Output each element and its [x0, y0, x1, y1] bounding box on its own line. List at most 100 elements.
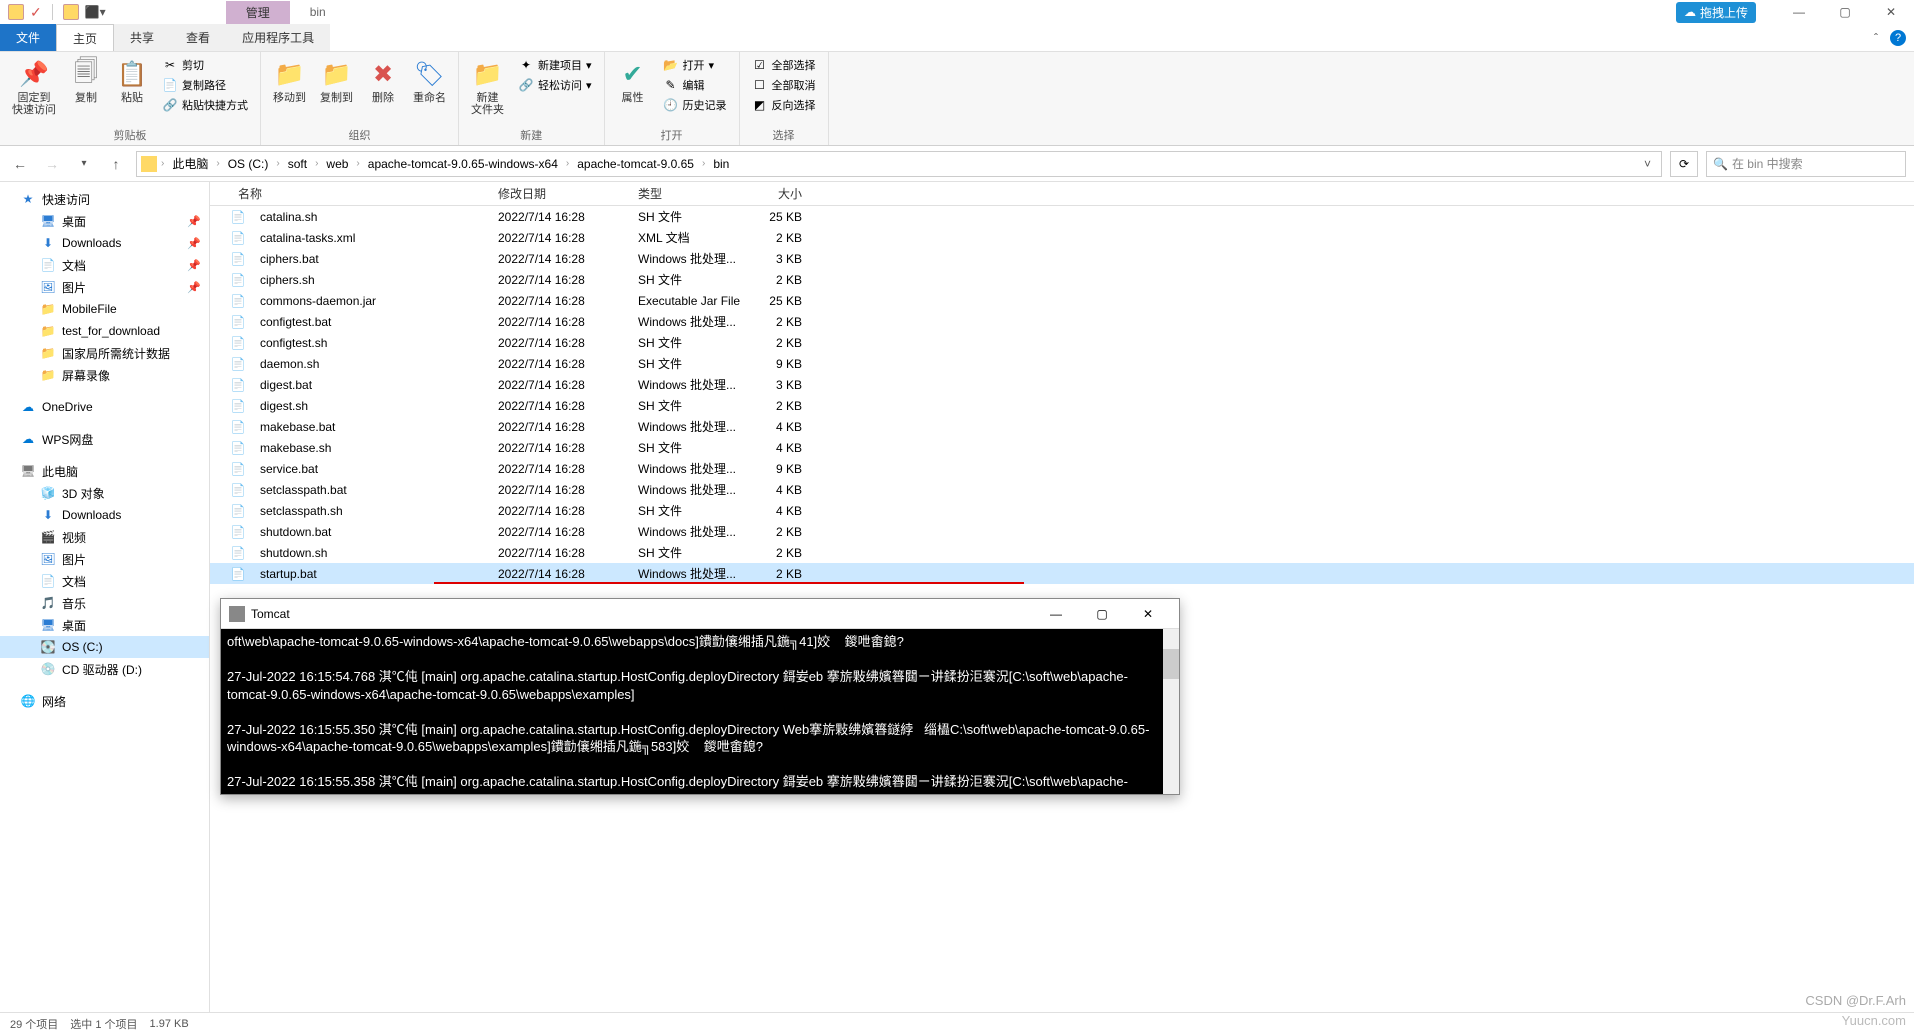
sidebar-item-documents[interactable]: 📄文档📌 [0, 254, 209, 276]
file-row[interactable]: 📄setclasspath.bat2022/7/14 16:28Windows … [210, 479, 1914, 500]
sidebar-item-videos[interactable]: 🎬视频 [0, 526, 209, 548]
col-name-header[interactable]: 名称 [230, 181, 490, 206]
select-none-button[interactable]: ☐全部取消 [748, 76, 820, 94]
paste-button[interactable]: 📋粘贴 [112, 56, 152, 106]
move-to-button[interactable]: 📁移动到 [269, 56, 310, 106]
sidebar-item-test-download[interactable]: 📁test_for_download [0, 320, 209, 342]
sidebar-item-screenrec[interactable]: 📁屏幕录像 [0, 364, 209, 386]
file-row[interactable]: 📄ciphers.bat2022/7/14 16:28Windows 批处理..… [210, 248, 1914, 269]
sidebar-item-desktop[interactable]: 🖥桌面📌 [0, 210, 209, 232]
file-row[interactable]: 📄shutdown.sh2022/7/14 16:28SH 文件2 KB [210, 542, 1914, 563]
paste-shortcut-button[interactable]: 🔗粘贴快捷方式 [158, 96, 252, 114]
view-tab[interactable]: 查看 [170, 24, 226, 51]
file-row[interactable]: 📄configtest.bat2022/7/14 16:28Windows 批处… [210, 311, 1914, 332]
sidebar-item-network[interactable]: 🌐网络 [0, 690, 209, 712]
minimize-button[interactable]: — [1776, 0, 1822, 24]
breadcrumb-dropdown-icon[interactable]: ˅ [1638, 157, 1657, 171]
tomcat-titlebar[interactable]: Tomcat — ▢ ✕ [221, 599, 1179, 629]
chevron-right-icon[interactable]: › [564, 158, 571, 169]
delete-button[interactable]: ✖删除 [363, 56, 403, 106]
sidebar-item-cd-d[interactable]: 💿CD 驱动器 (D:) [0, 658, 209, 680]
ribbon-collapse-icon[interactable]: ˆ [1874, 31, 1878, 45]
sidebar-item-os-c[interactable]: 💽OS (C:) [0, 636, 209, 658]
manage-context-tab[interactable]: 管理 [226, 1, 290, 24]
crumb[interactable]: apache-tomcat-9.0.65 [573, 155, 698, 173]
sidebar-item-3d-objects[interactable]: 🧊3D 对象 [0, 482, 209, 504]
sidebar-item-downloads[interactable]: ⬇Downloads📌 [0, 232, 209, 254]
crumb[interactable]: web [322, 155, 352, 173]
pin-quick-access-button[interactable]: 📌固定到 快速访问 [8, 56, 60, 118]
file-row[interactable]: 📄digest.bat2022/7/14 16:28Windows 批处理...… [210, 374, 1914, 395]
home-tab[interactable]: 主页 [56, 24, 114, 51]
sidebar-item-music[interactable]: 🎵音乐 [0, 592, 209, 614]
file-row[interactable]: 📄catalina-tasks.xml2022/7/14 16:28XML 文档… [210, 227, 1914, 248]
sidebar-item-desktop[interactable]: 🖥桌面 [0, 614, 209, 636]
search-input[interactable]: 🔍 在 bin 中搜索 [1706, 151, 1906, 177]
maximize-button[interactable]: ▢ [1822, 0, 1868, 24]
help-icon[interactable]: ? [1890, 30, 1906, 46]
tomcat-console[interactable]: oft\web\apache-tomcat-9.0.65-windows-x64… [221, 629, 1179, 794]
chevron-right-icon[interactable]: › [313, 158, 320, 169]
col-type-header[interactable]: 类型 [630, 181, 750, 206]
invert-selection-button[interactable]: ◩反向选择 [748, 96, 820, 114]
refresh-button[interactable]: ⟳ [1670, 151, 1698, 177]
sidebar-item-documents[interactable]: 📄文档 [0, 570, 209, 592]
nav-up-button[interactable]: ↑ [104, 152, 128, 176]
minimize-button[interactable]: — [1033, 599, 1079, 629]
col-size-header[interactable]: 大小 [750, 181, 810, 206]
crumb[interactable]: apache-tomcat-9.0.65-windows-x64 [364, 155, 562, 173]
col-date-header[interactable]: 修改日期 [490, 181, 630, 206]
sidebar-item-quick-access[interactable]: ★快速访问 [0, 188, 209, 210]
file-row[interactable]: 📄configtest.sh2022/7/14 16:28SH 文件2 KB [210, 332, 1914, 353]
upload-button[interactable]: ☁ 拖拽上传 [1676, 2, 1756, 23]
rename-button[interactable]: 🏷重命名 [409, 56, 450, 106]
file-row[interactable]: 📄commons-daemon.jar2022/7/14 16:28Execut… [210, 290, 1914, 311]
chevron-right-icon[interactable]: › [354, 158, 361, 169]
copy-path-button[interactable]: 📄复制路径 [158, 76, 252, 94]
sidebar-item-mobilefile[interactable]: 📁MobileFile [0, 298, 209, 320]
nav-recent-dropdown[interactable]: ▾ [72, 152, 96, 176]
close-button[interactable]: ✕ [1868, 0, 1914, 24]
nav-back-button[interactable]: ← [8, 152, 32, 176]
chevron-right-icon[interactable]: › [159, 158, 166, 169]
breadcrumb[interactable]: › 此电脑› OS (C:)› soft› web› apache-tomcat… [136, 151, 1662, 177]
checkmark-icon[interactable]: ✓ [30, 4, 42, 21]
file-row[interactable]: 📄ciphers.sh2022/7/14 16:28SH 文件2 KB [210, 269, 1914, 290]
share-tab[interactable]: 共享 [114, 24, 170, 51]
file-row[interactable]: 📄service.bat2022/7/14 16:28Windows 批处理..… [210, 458, 1914, 479]
chevron-right-icon[interactable]: › [274, 158, 281, 169]
tomcat-window[interactable]: Tomcat — ▢ ✕ oft\web\apache-tomcat-9.0.6… [220, 598, 1180, 795]
crumb[interactable]: 此电脑 [168, 153, 212, 174]
scrollbar-thumb[interactable] [1163, 649, 1179, 679]
maximize-button[interactable]: ▢ [1079, 599, 1125, 629]
copy-button[interactable]: 🗐复制 [66, 56, 106, 106]
sidebar-item-downloads[interactable]: ⬇Downloads [0, 504, 209, 526]
file-row[interactable]: 📄digest.sh2022/7/14 16:28SH 文件2 KB [210, 395, 1914, 416]
file-tab[interactable]: 文件 [0, 24, 56, 51]
file-row[interactable]: 📄makebase.bat2022/7/14 16:28Windows 批处理.… [210, 416, 1914, 437]
crumb[interactable]: bin [709, 155, 733, 173]
easy-access-button[interactable]: 🔗轻松访问▾ [514, 76, 596, 94]
file-row[interactable]: 📄setclasspath.sh2022/7/14 16:28SH 文件4 KB [210, 500, 1914, 521]
open-button[interactable]: 📂打开▾ [659, 56, 731, 74]
select-all-button[interactable]: ☑全部选择 [748, 56, 820, 74]
new-folder-button[interactable]: 📁新建 文件夹 [467, 56, 508, 118]
cut-button[interactable]: ✂剪切 [158, 56, 252, 74]
sidebar-item-onedrive[interactable]: ☁OneDrive [0, 396, 209, 418]
crumb[interactable]: OS (C:) [224, 155, 273, 173]
crumb[interactable]: soft [284, 155, 311, 173]
sidebar-item-stats[interactable]: 📁国家局所需统计数据 [0, 342, 209, 364]
qat-overflow-icon[interactable]: ⬛▾ [85, 5, 106, 19]
nav-forward-button[interactable]: → [40, 152, 64, 176]
file-row[interactable]: 📄shutdown.bat2022/7/14 16:28Windows 批处理.… [210, 521, 1914, 542]
history-button[interactable]: 🕘历史记录 [659, 96, 731, 114]
sidebar-item-pictures[interactable]: 🖼图片 [0, 548, 209, 570]
file-row[interactable]: 📄startup.bat2022/7/14 16:28Windows 批处理..… [210, 563, 1914, 584]
sidebar-item-wps[interactable]: ☁WPS网盘 [0, 428, 209, 450]
sidebar-item-pictures[interactable]: 🖼图片📌 [0, 276, 209, 298]
scrollbar[interactable] [1163, 629, 1179, 794]
edit-button[interactable]: ✎编辑 [659, 76, 731, 94]
chevron-right-icon[interactable]: › [214, 158, 221, 169]
close-button[interactable]: ✕ [1125, 599, 1171, 629]
file-row[interactable]: 📄daemon.sh2022/7/14 16:28SH 文件9 KB [210, 353, 1914, 374]
